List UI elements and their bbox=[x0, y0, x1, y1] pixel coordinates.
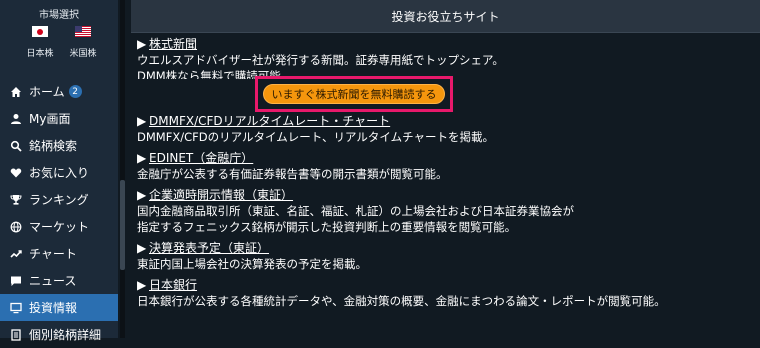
entry-description: 金融庁が公表する有価証券報告書等の開示書類が閲覧可能。 bbox=[137, 167, 448, 181]
sidebar-item-label: 銘柄検索 bbox=[29, 139, 78, 153]
sidebar-item-label: My画面 bbox=[29, 112, 71, 126]
home-icon bbox=[9, 85, 23, 99]
notification-badge: 2 bbox=[68, 85, 82, 98]
main-content: 投資お役立ちサイト ▶ 株式新聞 ウエルスアドバイザー社が発行する新聞。証券専用紙… bbox=[131, 0, 760, 338]
sidebar-item-home[interactable]: ホーム 2 bbox=[0, 78, 118, 105]
chat-icon bbox=[9, 274, 23, 288]
list-item: ▶ 日本銀行 日本銀行が公表する各種統計データや、金融対策の概要、金融にまつわる論… bbox=[137, 277, 757, 309]
earnings-schedule-link[interactable]: 決算発表予定（東証） bbox=[149, 241, 269, 255]
triangle-right-icon: ▶ bbox=[137, 278, 147, 292]
sidebar-item-label: ランキング bbox=[29, 193, 89, 207]
entry-description: DMMFX/CFDのリアルタイムレート、リアルタイムチャートを掲載。 bbox=[137, 130, 495, 144]
entry-description: 指定するフェニックス銘柄が開示した投資判断上の重要情報を閲覧可能。 bbox=[137, 220, 517, 234]
market-select-title: 市場選択 bbox=[39, 10, 79, 21]
sidebar-item-market[interactable]: マーケット bbox=[0, 213, 118, 240]
edinet-link[interactable]: EDINET（金融庁） bbox=[149, 151, 253, 165]
market-select: 市場選択 日本株 米国株 bbox=[0, 0, 118, 74]
scrollbar-thumb[interactable] bbox=[120, 180, 125, 270]
market-us-label: 米国株 bbox=[69, 49, 97, 59]
entry-title: ▶ 企業適時開示情報（東証） bbox=[137, 187, 757, 203]
monitor-icon bbox=[9, 301, 23, 315]
trend-icon bbox=[9, 247, 23, 261]
globe-icon bbox=[9, 220, 23, 234]
sidebar-item-investment-info[interactable]: 投資情報 bbox=[0, 294, 118, 321]
us-flag-icon bbox=[75, 26, 91, 37]
triangle-right-icon: ▶ bbox=[137, 114, 147, 128]
entry-title: ▶ 株式新聞 bbox=[137, 36, 757, 52]
entry-description: 東証内国上場会社の決算発表の予定を掲載。 bbox=[137, 257, 367, 271]
sidebar: 市場選択 日本株 米国株 ホーム 2 My画面 銘柄検索 お気に入り ランキング… bbox=[0, 0, 118, 342]
market-us-button[interactable]: 米国株 bbox=[58, 26, 108, 59]
sidebar-item-label: ニュース bbox=[29, 274, 77, 288]
entry-description: ウエルスアドバイザー社が発行する新聞。証券専用紙でトップシェア。 bbox=[137, 53, 504, 67]
japan-flag-icon bbox=[32, 26, 48, 37]
sidebar-item-label: 個別銘柄詳細 bbox=[29, 328, 102, 342]
entry-description: 日本銀行が公表する各種統計データや、金融対策の概要、金融にまつわる論文・レポート… bbox=[137, 294, 666, 308]
list-item: ▶ DMMFX/CFDリアルタイムレート・チャート DMMFX/CFDのリアルタイ… bbox=[137, 113, 757, 150]
sidebar-item-label: チャート bbox=[29, 247, 77, 261]
list-item: ▶ EDINET（金融庁） 金融庁が公表する有価証券報告書等の開示書類が閲覧可能。 bbox=[137, 150, 757, 187]
sidebar-item-ranking[interactable]: ランキング bbox=[0, 186, 118, 213]
entry-title: ▶ 日本銀行 bbox=[137, 277, 757, 293]
entry-description: 国内金融商品取引所（東証、名証、福証、札証）の上場会社および日本証券業協会が bbox=[137, 204, 574, 218]
sidebar-item-label: ホーム bbox=[29, 85, 65, 99]
sidebar-item-favorites[interactable]: お気に入り bbox=[0, 159, 118, 186]
bank-of-japan-link[interactable]: 日本銀行 bbox=[149, 278, 197, 292]
sidebar-item-label: お気に入り bbox=[29, 166, 90, 180]
sidebar-scrollbar[interactable] bbox=[120, 0, 125, 338]
document-icon bbox=[9, 328, 23, 342]
trophy-icon bbox=[9, 193, 23, 207]
triangle-right-icon: ▶ bbox=[137, 188, 147, 202]
page-title: 投資お役立ちサイト bbox=[131, 0, 760, 33]
subscribe-highlight: いますぐ株式新聞を無料購読する bbox=[255, 76, 453, 112]
sidebar-item-my-page[interactable]: My画面 bbox=[0, 105, 118, 132]
user-icon bbox=[9, 112, 23, 126]
timely-disclosure-link[interactable]: 企業適時開示情報（東証） bbox=[149, 188, 293, 202]
sidebar-item-chart[interactable]: チャート bbox=[0, 240, 118, 267]
sidebar-nav: ホーム 2 My画面 銘柄検索 お気に入り ランキング マーケット チャート ニ… bbox=[0, 78, 118, 348]
entry-title: ▶ 決算発表予定（東証） bbox=[137, 240, 757, 256]
list-item: ▶ 企業適時開示情報（東証） 国内金融商品取引所（東証、名証、福証、札証）の上場会… bbox=[137, 187, 757, 240]
search-icon bbox=[9, 139, 23, 153]
list-item: ▶ 決算発表予定（東証） 東証内国上場会社の決算発表の予定を掲載。 bbox=[137, 240, 757, 277]
sidebar-item-label: 投資情報 bbox=[29, 301, 78, 315]
sidebar-item-stock-detail[interactable]: 個別銘柄詳細 bbox=[0, 321, 118, 348]
sidebar-item-news[interactable]: ニュース bbox=[0, 267, 118, 294]
sidebar-item-stock-search[interactable]: 銘柄検索 bbox=[0, 132, 118, 159]
triangle-right-icon: ▶ bbox=[137, 241, 147, 255]
heart-icon bbox=[9, 166, 23, 180]
kabushiki-shinbun-link[interactable]: 株式新聞 bbox=[149, 37, 197, 51]
triangle-right-icon: ▶ bbox=[137, 151, 147, 165]
sidebar-item-label: マーケット bbox=[29, 220, 90, 234]
subscribe-button[interactable]: いますぐ株式新聞を無料購読する bbox=[263, 84, 445, 104]
entry-title: ▶ DMMFX/CFDリアルタイムレート・チャート bbox=[137, 113, 757, 129]
dmm-fx-rate-link[interactable]: DMMFX/CFDリアルタイムレート・チャート bbox=[149, 114, 390, 128]
triangle-right-icon: ▶ bbox=[137, 37, 147, 51]
entry-title: ▶ EDINET（金融庁） bbox=[137, 150, 757, 166]
